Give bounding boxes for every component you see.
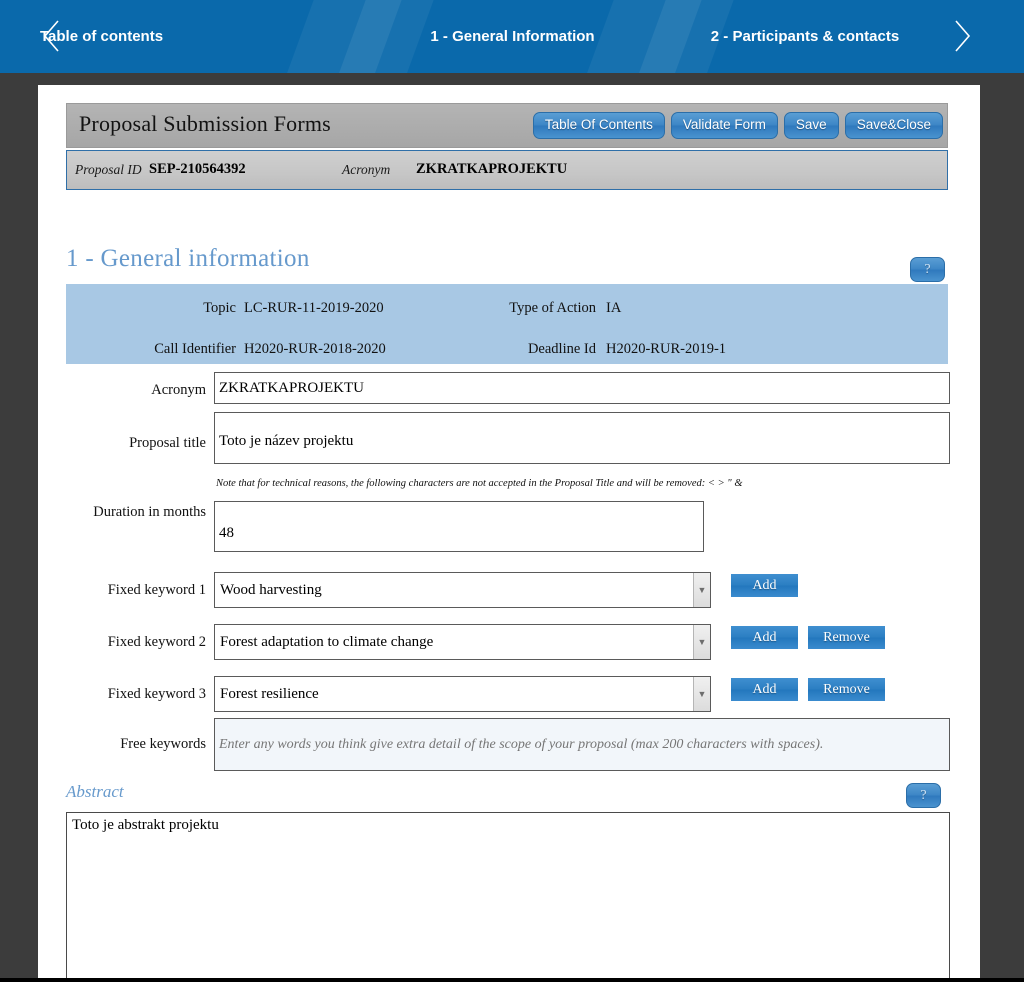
remove-keyword-2-button[interactable]: Remove	[808, 626, 885, 649]
remove-keyword-3-button[interactable]: Remove	[808, 678, 885, 701]
proposal-title-note: Note that for technical reasons, the fol…	[216, 478, 743, 489]
add-keyword-3-button[interactable]: Add	[731, 678, 798, 701]
nav-item-general-information[interactable]: 1 - General Information	[370, 0, 655, 73]
chevron-down-icon[interactable]: ▼	[693, 573, 710, 607]
acronym-strip-value: ZKRATKAPROJEKTU	[416, 161, 568, 177]
bottom-edge-strip	[0, 978, 1024, 982]
section-heading: 1 - General information	[66, 245, 310, 272]
help-button-abstract[interactable]: ?	[906, 783, 941, 808]
deadline-id-label: Deadline Id	[527, 341, 596, 357]
abstract-input[interactable]	[66, 812, 950, 980]
page-title: Proposal Submission Forms	[79, 111, 331, 136]
duration-field-label: Duration in months	[66, 503, 206, 522]
add-keyword-2-button[interactable]: Add	[731, 626, 798, 649]
validate-form-button[interactable]: Validate Form	[670, 112, 778, 139]
acronym-field-label: Acronym	[151, 382, 206, 398]
chevron-right-icon[interactable]	[952, 18, 972, 54]
fixed-keyword-3-select[interactable]: Forest resilience ▼	[214, 676, 711, 712]
fixed-keyword-1-label: Fixed keyword 1	[107, 582, 206, 598]
proposal-title-input[interactable]	[214, 412, 950, 464]
form-title-bar: Proposal Submission Forms Table Of Conte…	[66, 103, 948, 148]
type-of-action-value: IA	[606, 300, 622, 316]
deadline-id-value: H2020-RUR-2019-1	[606, 341, 727, 357]
call-identifier-value: H2020-RUR-2018-2020	[244, 341, 386, 357]
call-info-panel: Topic LC-RUR-11-2019-2020 Call Identifie…	[66, 284, 948, 364]
fixed-keyword-3-value: Forest resilience	[220, 685, 319, 702]
add-keyword-1-button[interactable]: Add	[731, 574, 798, 597]
free-keywords-input[interactable]	[214, 718, 950, 771]
proposal-title-field-label: Proposal title	[129, 435, 206, 451]
form-page-canvas: Proposal Submission Forms Table Of Conte…	[38, 85, 980, 980]
type-of-action-label: Type of Action	[509, 300, 596, 316]
fixed-keyword-1-value: Wood harvesting	[220, 581, 322, 598]
proposal-id-value: SEP-210564392	[149, 161, 246, 177]
abstract-section-label: Abstract	[66, 782, 124, 801]
proposal-id-label: Proposal ID	[75, 162, 142, 177]
fixed-keyword-3-label: Fixed keyword 3	[107, 686, 206, 702]
nav-item-participants-contacts[interactable]: 2 - Participants & contacts	[655, 0, 955, 73]
duration-input[interactable]	[214, 501, 704, 552]
free-keywords-label: Free keywords	[120, 736, 206, 752]
acronym-input[interactable]	[214, 372, 950, 404]
fixed-keyword-2-label: Fixed keyword 2	[107, 634, 206, 650]
fixed-keyword-1-select[interactable]: Wood harvesting ▼	[214, 572, 711, 608]
nav-item-table-of-contents[interactable]: Table of contents	[0, 0, 370, 73]
chevron-down-icon[interactable]: ▼	[693, 677, 710, 711]
save-button[interactable]: Save	[783, 112, 839, 139]
duration-label-text: Duration in months	[93, 504, 206, 520]
nav-table-of-contents-label: Table of contents	[40, 28, 164, 45]
table-of-contents-button[interactable]: Table Of Contents	[532, 112, 665, 139]
help-button-general-information[interactable]: ?	[910, 257, 945, 282]
acronym-strip-label: Acronym	[342, 162, 391, 177]
call-identifier-label: Call Identifier	[154, 341, 236, 357]
topic-label: Topic	[203, 300, 236, 316]
proposal-identity-strip: Proposal ID SEP-210564392 Acronym ZKRATK…	[66, 150, 948, 190]
save-and-close-button[interactable]: Save&Close	[844, 112, 943, 139]
topic-value: LC-RUR-11-2019-2020	[244, 300, 384, 316]
form-toolbar: Table Of Contents Validate Form Save Sav…	[532, 112, 943, 139]
nav-step-2-label: 2 - Participants & contacts	[710, 28, 900, 45]
chevron-down-icon[interactable]: ▼	[693, 625, 710, 659]
nav-step-1-label: 1 - General Information	[430, 28, 595, 45]
top-navigation-bar: Table of contents 1 - General Informatio…	[0, 0, 1024, 73]
fixed-keyword-2-select[interactable]: Forest adaptation to climate change ▼	[214, 624, 711, 660]
fixed-keyword-2-value: Forest adaptation to climate change	[220, 633, 434, 650]
